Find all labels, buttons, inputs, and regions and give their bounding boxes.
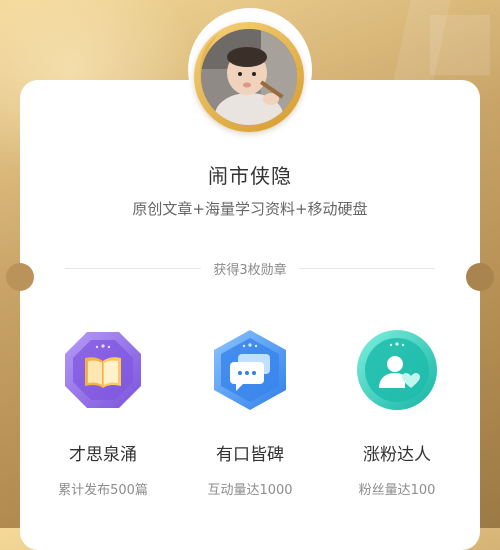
medal-card-followers[interactable]: 涨粉达人 粉丝量达100	[322, 328, 472, 498]
medal-title: 涨粉达人	[363, 445, 431, 465]
medal-badge	[355, 328, 439, 412]
medal-description: 累计发布500篇	[58, 483, 148, 498]
medal-title: 有口皆碑	[216, 445, 284, 465]
medal-description: 互动量达1000	[207, 483, 293, 498]
medal-count-label: 获得3枚勋章	[213, 262, 287, 278]
book-icon	[65, 332, 141, 408]
user-heart-icon	[357, 330, 437, 410]
avatar[interactable]	[201, 29, 297, 125]
medal-badge	[61, 328, 145, 412]
medal-badge	[208, 328, 292, 412]
chat-bubbles-icon	[214, 330, 286, 410]
medal-count-divider: 获得3枚勋章	[65, 258, 435, 278]
medal-card-writing[interactable]: 才思泉涌 累计发布500篇	[28, 328, 178, 498]
profile-tagline: 原创文章+海量学习资料+移动硬盘	[132, 200, 368, 218]
medal-description: 粉丝量达100	[358, 483, 436, 498]
medal-card-interaction[interactable]: 有口皆碑 互动量达1000	[175, 328, 325, 498]
card-notch-left	[6, 263, 34, 291]
divider-line-right	[298, 267, 435, 269]
card-notch-right	[466, 263, 494, 291]
profile-name: 闹市侠隐	[208, 164, 292, 188]
medal-title: 才思泉涌	[69, 445, 137, 465]
divider-line-left	[65, 267, 202, 269]
